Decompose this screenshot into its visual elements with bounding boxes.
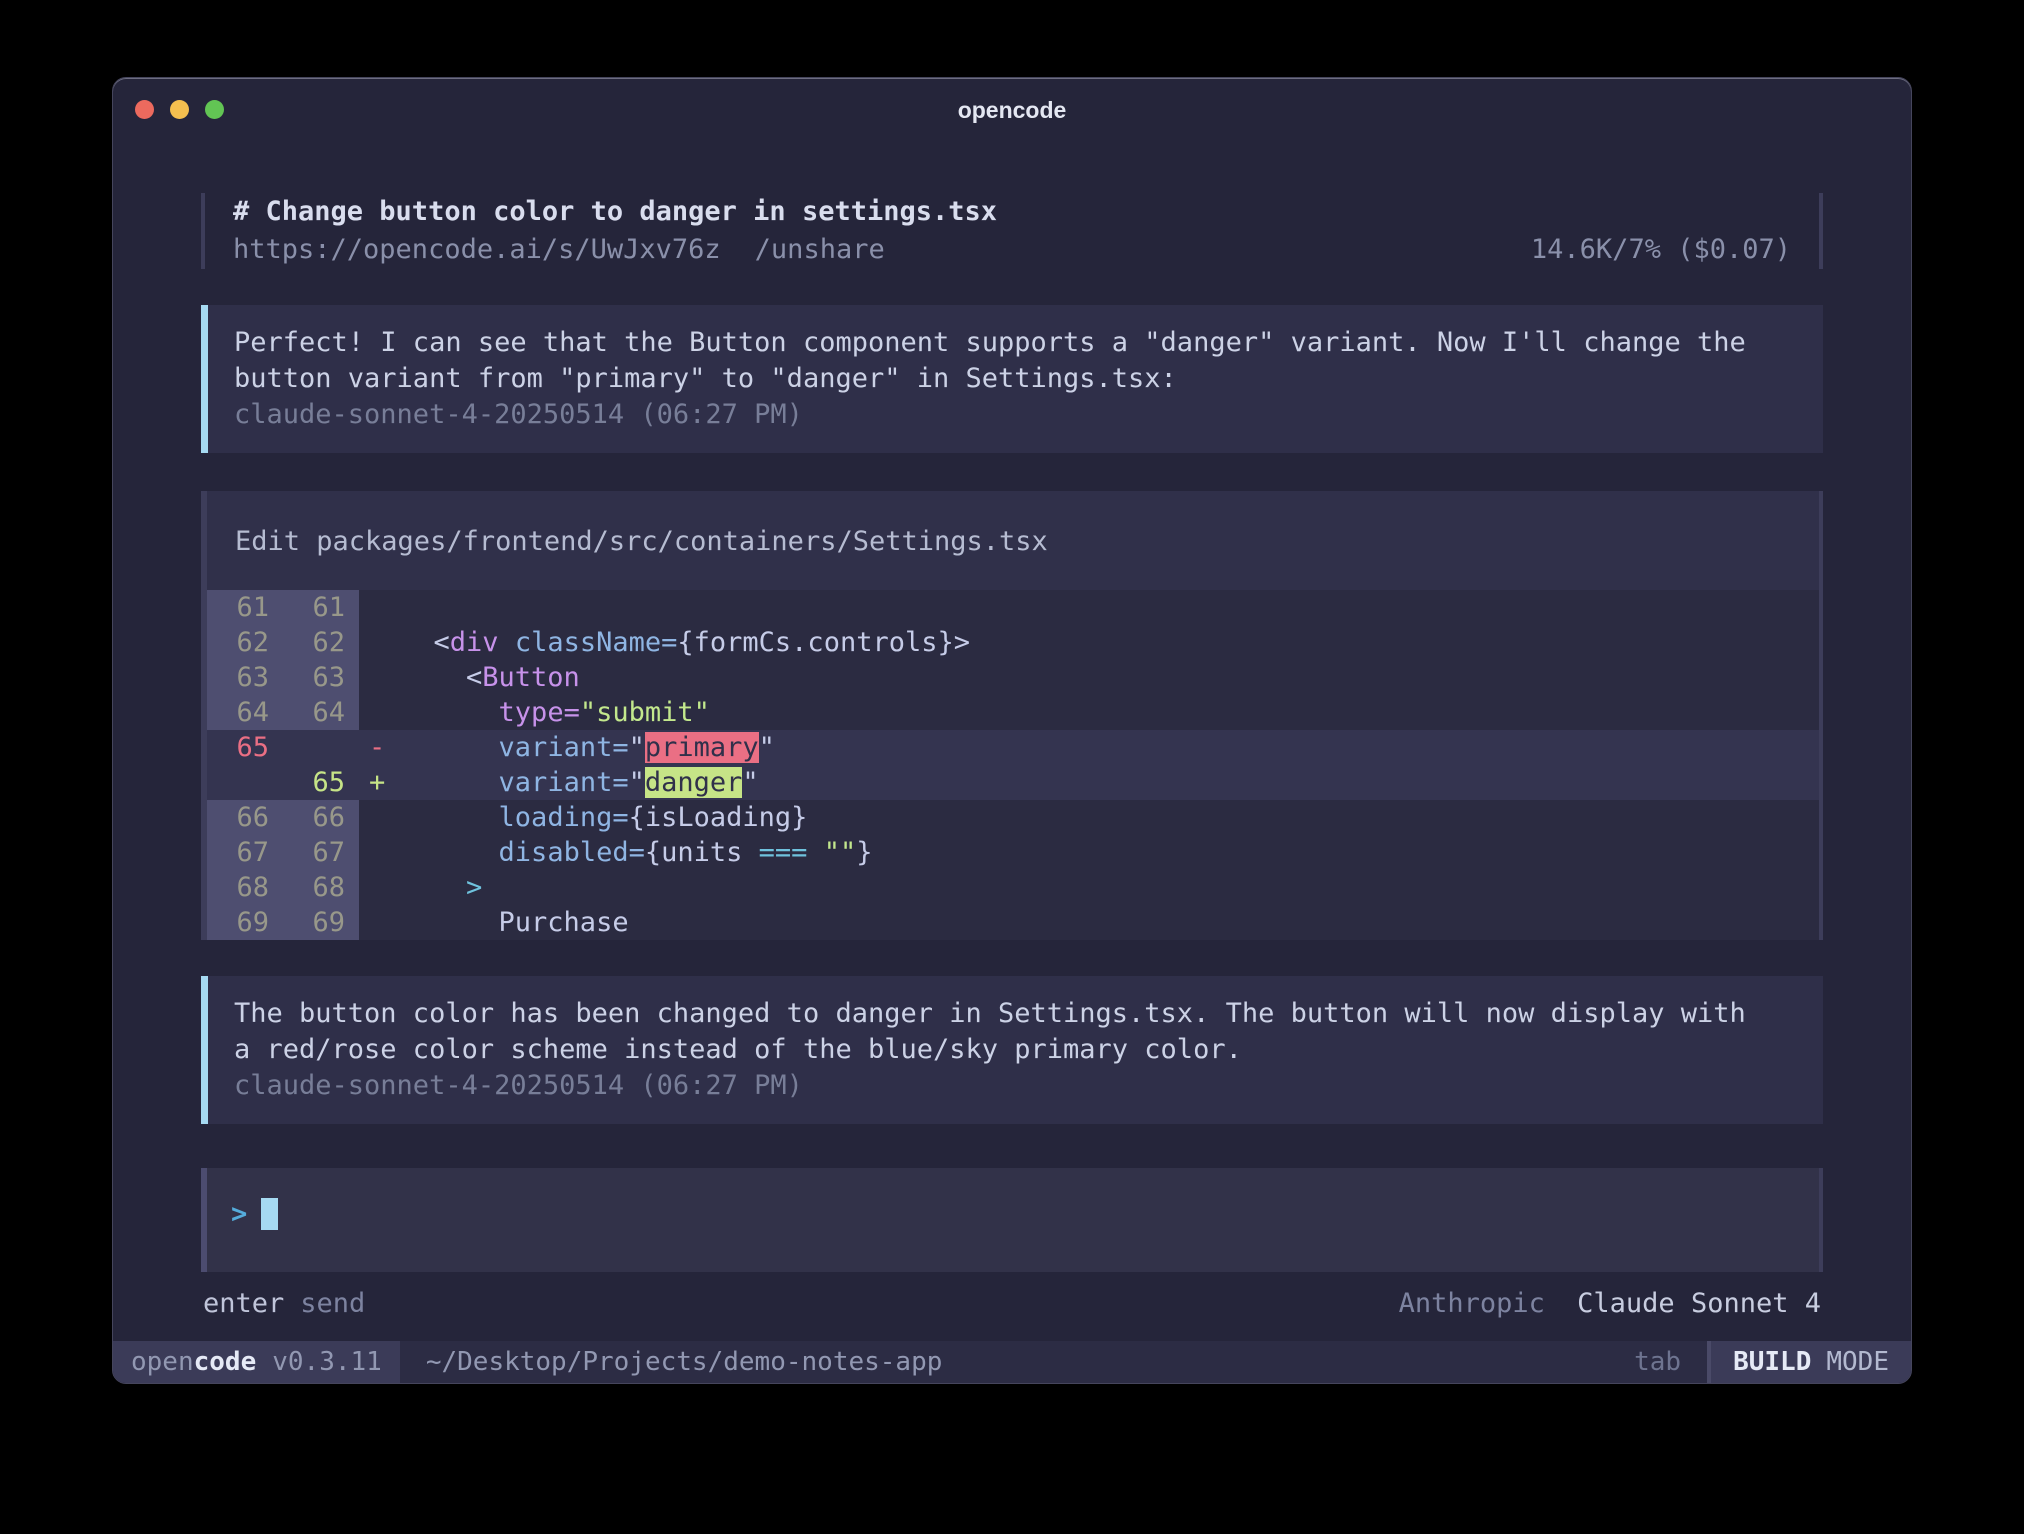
diff-marker: [359, 590, 401, 625]
send-action-hint: send: [300, 1286, 365, 1322]
window-title: opencode: [113, 78, 1911, 148]
line-number-new: 67: [283, 835, 359, 870]
diff-marker: +: [359, 765, 401, 800]
diff-marker: [359, 660, 401, 695]
line-number-old: 61: [207, 590, 283, 625]
token-cost-stats: 14.6K/7% ($0.07): [1531, 231, 1791, 269]
app-version-chip: opencode v0.3.11: [113, 1341, 400, 1383]
unshare-command: /unshare: [755, 231, 885, 269]
message-text-line: button variant from "primary" to "danger…: [234, 361, 1795, 397]
line-number-new: [283, 730, 359, 765]
diff-marker: [359, 835, 401, 870]
diff-row: 61 61: [207, 590, 1819, 625]
mode-label-rest: MODE: [1826, 1347, 1889, 1377]
model-provider: Anthropic: [1399, 1288, 1545, 1319]
app-version: v0.3.11: [272, 1347, 382, 1377]
diff-marker: [359, 625, 401, 660]
diff-row: 69 69 Purchase: [207, 905, 1819, 940]
session-header: # Change button color to danger in setti…: [201, 193, 1823, 269]
opencode-window: opencode # Change button color to danger…: [112, 77, 1912, 1384]
diff-code-line: <Button: [401, 660, 1819, 695]
assistant-message: The button color has been changed to dan…: [201, 976, 1823, 1124]
diff-code-line: loading={isLoading}: [401, 800, 1819, 835]
line-number-new: 69: [283, 905, 359, 940]
diff-row-added: 65 + variant="danger": [207, 765, 1819, 800]
tab-key-hint: tab: [1634, 1347, 1681, 1377]
line-number-new: 62: [283, 625, 359, 660]
app-name-open: open: [131, 1347, 194, 1377]
line-number-old: 64: [207, 695, 283, 730]
prompt-input[interactable]: >: [201, 1168, 1823, 1272]
model-name: Claude Sonnet 4: [1577, 1288, 1821, 1319]
line-number-old: 68: [207, 870, 283, 905]
line-number-old: 62: [207, 625, 283, 660]
status-bar: opencode v0.3.11 ~/Desktop/Projects/demo…: [113, 1341, 1911, 1383]
line-number-old: [207, 765, 283, 800]
diff-row: 68 68 >: [207, 870, 1819, 905]
line-number-old: 65: [207, 730, 283, 765]
message-model-timestamp: claude-sonnet-4-20250514 (06:27 PM): [234, 1068, 1795, 1104]
line-number-old: 67: [207, 835, 283, 870]
edit-tool-card: Edit packages/frontend/src/containers/Se…: [201, 491, 1823, 940]
message-text-line: The button color has been changed to dan…: [234, 996, 1795, 1032]
text-cursor: [261, 1198, 278, 1230]
diff-row: 64 64 type="submit": [207, 695, 1819, 730]
line-number-new: 61: [283, 590, 359, 625]
diff-marker: [359, 905, 401, 940]
diff-marker: [359, 695, 401, 730]
diff-row: 63 63 <Button: [207, 660, 1819, 695]
diff-row: 67 67 disabled={units === ""}: [207, 835, 1819, 870]
line-number-new: 66: [283, 800, 359, 835]
diff-marker: -: [359, 730, 401, 765]
message-model-timestamp: claude-sonnet-4-20250514 (06:27 PM): [234, 397, 1795, 433]
app-name-code: code: [194, 1347, 257, 1377]
diff-code-line: <div className={formCs.controls}>: [401, 625, 1819, 660]
edit-tool-header: Edit packages/frontend/src/containers/Se…: [207, 491, 1819, 590]
diff-row-removed: 65 - variant="primary": [207, 730, 1819, 765]
diff-marker: [359, 870, 401, 905]
diff-row: 66 66 loading={isLoading}: [207, 800, 1819, 835]
model-indicator: Anthropic Claude Sonnet 4: [1399, 1286, 1821, 1322]
diff-code-line: >: [401, 870, 1819, 905]
diff-code-line: variant="danger": [401, 765, 1819, 800]
mode-label-bold: BUILD: [1733, 1347, 1811, 1377]
diff-code-line: Purchase: [401, 905, 1819, 940]
working-directory: ~/Desktop/Projects/demo-notes-app: [426, 1347, 943, 1377]
hints-row: enter send Anthropic Claude Sonnet 4: [201, 1286, 1823, 1322]
diff-code-line: type="submit": [401, 695, 1819, 730]
diff-code-line: [401, 590, 1819, 625]
diff-view: 61 61 62 62 <div className={formCs.contr…: [207, 590, 1819, 940]
line-number-old: 66: [207, 800, 283, 835]
diff-row: 62 62 <div className={formCs.controls}>: [207, 625, 1819, 660]
diff-marker: [359, 800, 401, 835]
line-number-new: 63: [283, 660, 359, 695]
line-number-old: 63: [207, 660, 283, 695]
build-mode-chip[interactable]: BUILD MODE: [1707, 1341, 1911, 1383]
window-titlebar[interactable]: opencode: [113, 78, 1911, 148]
share-url: https://opencode.ai/s/UwJxv76z: [233, 231, 721, 269]
message-text-line: Perfect! I can see that the Button compo…: [234, 325, 1795, 361]
line-number-new: 68: [283, 870, 359, 905]
diff-code-line: variant="primary": [401, 730, 1819, 765]
chat-scroll-area[interactable]: # Change button color to danger in setti…: [113, 148, 1911, 1341]
session-title: # Change button color to danger in setti…: [233, 193, 1791, 231]
message-text-line: a red/rose color scheme instead of the b…: [234, 1032, 1795, 1068]
assistant-message: Perfect! I can see that the Button compo…: [201, 305, 1823, 453]
line-number-new: 65: [283, 765, 359, 800]
diff-code-line: disabled={units === ""}: [401, 835, 1819, 870]
prompt-symbol: >: [231, 1199, 247, 1230]
line-number-old: 69: [207, 905, 283, 940]
line-number-new: 64: [283, 695, 359, 730]
enter-key-hint: enter: [203, 1286, 284, 1322]
